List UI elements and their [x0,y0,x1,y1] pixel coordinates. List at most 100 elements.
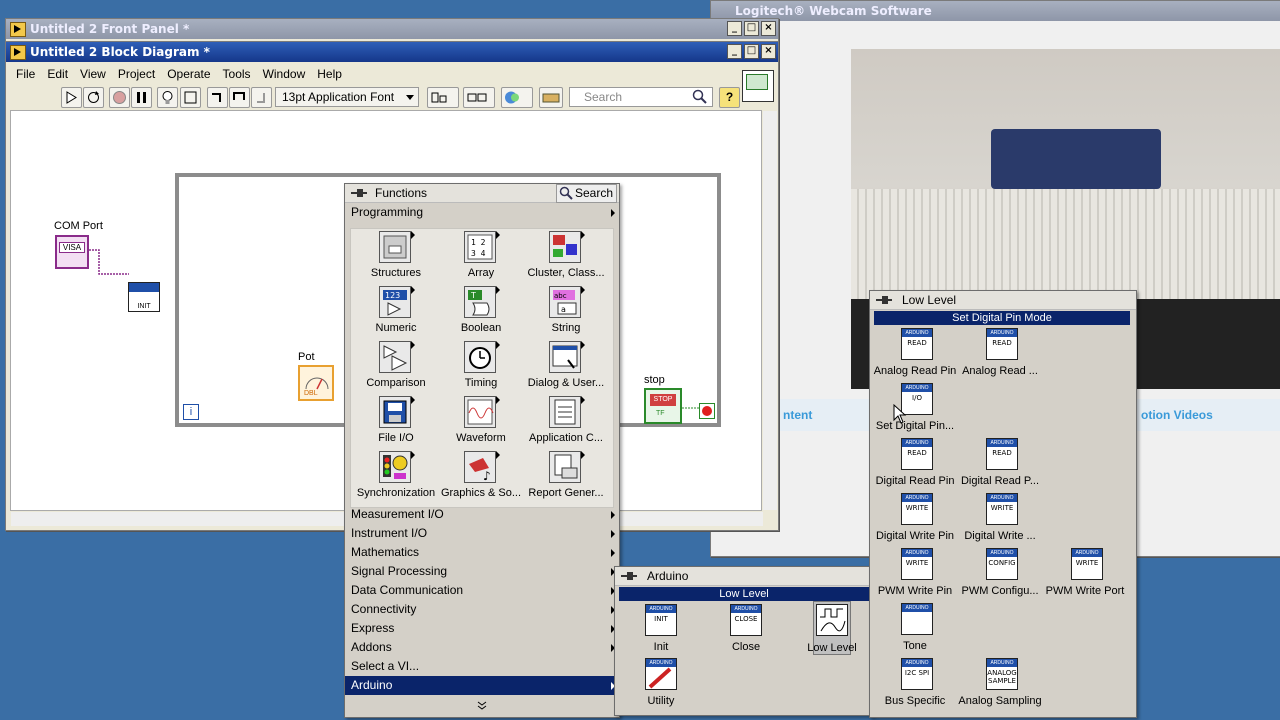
vi-icon[interactable] [742,70,774,102]
menu-view[interactable]: View [74,65,112,83]
maximize-button[interactable]: □ [744,44,759,59]
clean-up-diagram-icon[interactable] [539,87,563,108]
block-diagram-titlebar[interactable]: Untitled 2 Block Diagram * _ □ × [6,42,778,62]
retain-wire-values-icon[interactable] [180,87,201,108]
search-icon[interactable] [692,89,708,105]
low-level-item[interactable]: ARDUINO READ Analog Read ... [957,327,1043,381]
low-level-item[interactable]: ARDUINO READ Digital Read P... [957,437,1043,491]
step-into-icon[interactable] [207,87,228,108]
menu-help[interactable]: Help [311,65,348,83]
close-button[interactable]: × [761,44,776,59]
dialog-icon [549,341,585,373]
visa-wire [89,249,129,275]
low-level-palette-titlebar[interactable]: Low Level [870,291,1136,310]
menu-edit[interactable]: Edit [41,65,74,83]
menu-operate[interactable]: Operate [161,65,216,83]
category-arduino[interactable]: Arduino [345,676,619,695]
category-select-a-vi[interactable]: Select a VI... [345,657,619,676]
category-data-communication[interactable]: Data Communication [345,581,619,600]
pot-indicator[interactable]: DBL [298,365,334,401]
category-measurement-io[interactable]: Measurement I/O [345,505,619,524]
numeric-icon: 123 [379,286,415,318]
palette-item-dialog[interactable]: Dialog & User... [521,339,611,394]
webcam-tab-content[interactable]: ntent [783,408,812,422]
arduino-item-init[interactable]: ARDUINO INIT Init [643,603,679,655]
pushpin-icon[interactable] [876,296,892,304]
palette-item-report-generation[interactable]: Report Gener... [521,449,611,504]
low-level-item-glyph: WRITE [905,559,929,567]
functions-palette-titlebar[interactable]: Functions Search [345,184,619,203]
low-level-item[interactable]: ARDUINO ANALOG SAMPLE Analog Sampling [957,657,1043,711]
arduino-palette-titlebar[interactable]: Arduino [615,567,873,586]
arduino-item-utility[interactable]: ARDUINO Utility [643,657,679,709]
category-instrument-io[interactable]: Instrument I/O [345,524,619,543]
abort-icon[interactable] [109,87,130,108]
webcam-titlebar[interactable]: Logitech® Webcam Software [711,1,1280,21]
low-level-item-label: Set Digital Pin... [875,420,955,432]
low-level-item-icon: ARDUINO READ [901,328,933,360]
category-addons[interactable]: Addons [345,638,619,657]
palette-item-application-control[interactable]: Application C... [521,394,611,449]
low-level-item-label: Digital Write ... [964,530,1036,542]
visa-control[interactable]: VISA [55,235,89,269]
run-continuously-icon[interactable] [83,87,104,108]
menu-project[interactable]: Project [112,65,161,83]
category-connectivity[interactable]: Connectivity [345,600,619,619]
step-out-icon[interactable] [251,87,272,108]
low-level-item-label: Analog Sampling [958,695,1042,707]
init-node[interactable]: INIT [128,282,160,312]
pushpin-icon[interactable] [351,189,367,197]
arduino-item-close[interactable]: ARDUINO CLOSE Close [728,603,764,655]
low-level-item[interactable]: ARDUINO Tone [872,602,958,656]
arduino-item-low-level[interactable]: Low Level [807,601,857,655]
align-objects-icon[interactable] [427,87,459,108]
palette-item-string[interactable]: abc a String [521,284,611,339]
cluster-icon [549,231,585,263]
pushpin-icon[interactable] [621,572,637,580]
chevron-down-icon[interactable] [476,701,488,711]
close-button[interactable]: × [761,21,776,36]
arduino-header-strip: ARDUINO [1072,549,1102,557]
low-level-item[interactable]: ARDUINO I/O Set Digital Pin... [872,382,958,436]
low-level-item[interactable]: ARDUINO WRITE Digital Write ... [957,492,1043,546]
run-arrow-icon[interactable] [61,87,82,108]
stop-control[interactable]: STOP TF [644,388,682,424]
pot-dbl: DBL [304,390,318,397]
category-mathematics[interactable]: Mathematics [345,543,619,562]
loop-condition-terminal[interactable] [699,403,715,419]
init-icon: ARDUINO INIT [645,604,677,636]
category-signal-processing[interactable]: Signal Processing [345,562,619,581]
minimize-button[interactable]: _ [727,44,742,59]
low-level-item[interactable]: ARDUINO WRITE PWM Write Port [1042,547,1128,601]
pause-icon[interactable] [131,87,152,108]
menu-window[interactable]: Window [257,65,312,83]
category-express[interactable]: Express [345,619,619,638]
step-over-icon[interactable] [229,87,250,108]
palette-search-button[interactable]: Search [555,184,617,203]
chevron-down-icon [406,95,414,100]
category-label: Measurement I/O [351,507,444,521]
category-programming[interactable]: Programming [345,203,619,222]
distribute-objects-icon[interactable] [463,87,495,108]
menu-tools[interactable]: Tools [217,65,257,83]
low-level-item-label: Analog Read ... [962,365,1038,377]
font-select[interactable]: 13pt Application Font [275,87,419,107]
palette-item-label: Cluster, Class... [527,267,605,279]
search-input[interactable]: Search [569,87,713,107]
menu-file[interactable]: File [10,65,41,83]
webcam-tab-videos[interactable]: otion Videos [1141,408,1213,422]
palette-item-cluster[interactable]: Cluster, Class... [521,229,611,284]
loop-iteration-terminal[interactable]: i [183,404,199,420]
help-icon[interactable]: ? [719,87,740,108]
maximize-button[interactable]: □ [744,21,759,36]
init-icon-glyph: INIT [654,615,668,623]
highlight-execution-icon[interactable] [157,87,178,108]
front-panel-titlebar[interactable]: Untitled 2 Front Panel * _ □ × [6,19,778,39]
low-level-item-icon: ARDUINO READ [986,438,1018,470]
visa-text: VISA [59,242,85,253]
minimize-button[interactable]: _ [727,21,742,36]
mouse-cursor-icon [893,404,907,424]
reorder-icon[interactable] [501,87,533,108]
webcam-title: Logitech® Webcam Software [735,4,932,18]
vertical-scrollbar[interactable] [763,111,777,510]
